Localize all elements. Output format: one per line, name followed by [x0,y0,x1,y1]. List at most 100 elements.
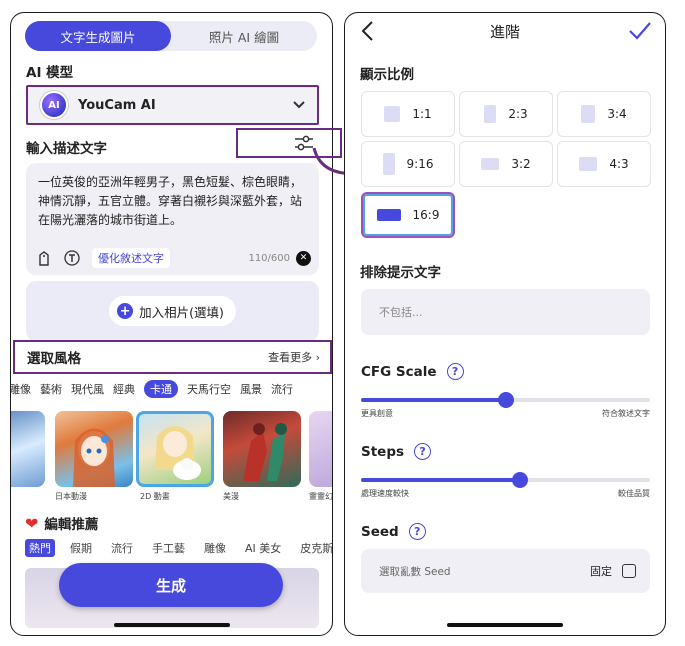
heart-icon: ❤ [25,513,39,533]
see-more-link[interactable]: 查看更多 › [268,349,320,365]
ratio-label: 顯示比例 [360,67,414,83]
ratio-shape-icon [484,105,497,123]
style-title: 選取風格 [27,351,81,367]
rec-tab-holiday[interactable]: 假期 [66,539,96,557]
add-photo-area: + 加入相片(選填) [26,281,319,341]
ratio-option-2-3[interactable]: 2:3 [459,91,553,137]
recommend-tabs: 熱門 假期 流行 手工藝 雕像 AI 美女 皮克斯 [25,539,332,557]
home-indicator [447,623,563,627]
rec-tab-pixar[interactable]: 皮克斯 [296,539,332,557]
optimize-prompt-button[interactable]: 優化敘述文字 [92,248,170,268]
style-card-label: 2D 動畫 [140,492,170,501]
style-card-american-comic[interactable] [223,411,301,487]
rec-tab-ai-beauty[interactable]: AI 美女 [241,539,285,557]
ratio-shape-icon [376,209,401,221]
prompt-text: 一位英俊的亞洲年輕男子，黑色短髮、棕色眼睛，神情沉靜，五官立體。穿著白襯衫與深藍… [38,175,303,227]
plus-icon: + [117,303,134,319]
ratio-option-1-1[interactable]: 1:1 [361,91,455,137]
category-modern[interactable]: 現代風 [71,380,104,398]
steps-max-label: 較佳品質 [618,489,650,498]
rec-tab-statue[interactable]: 雕像 [200,539,230,557]
category-landscape[interactable]: 風景 [240,380,262,398]
model-name: YouCam AI [78,97,156,113]
tab-photo-ai-drawing[interactable]: 照片 AI 繪圖 [171,21,317,51]
exclude-label: 排除提示文字 [360,265,441,281]
help-icon[interactable]: ? [446,363,464,380]
category-statue[interactable]: 雕像 [11,380,31,398]
help-icon[interactable]: ? [408,523,426,540]
youcam-logo-icon: AI [40,91,68,119]
prompt-textarea[interactable]: 一位英俊的亞洲年輕男子，黑色短髮、棕色眼睛，神情沉靜，五官立體。穿著白襯衫與深藍… [26,163,319,275]
category-pop[interactable]: 流行 [271,380,293,398]
cfg-min-label: 更具創意 [361,409,393,418]
rec-tab-popular[interactable]: 熱門 [25,539,55,557]
seed-fixed-label: 固定 [590,565,612,578]
ratio-shape-icon [481,158,500,170]
cfg-title: CFG Scale [361,363,437,380]
ratio-shape-icon [581,105,596,123]
home-indicator [113,623,230,627]
category-fantasy[interactable]: 天馬行空 [187,380,231,398]
seed-title: Seed [361,523,399,540]
ratio-option-4-3[interactable]: 4:3 [557,141,651,187]
prompt-label: 輸入描述文字 [26,141,107,157]
cfg-slider-fill [361,398,506,402]
ratio-option-3-4[interactable]: 3:4 [557,91,651,137]
style-card-fantasy[interactable] [309,411,332,487]
ratio-shape-icon [384,106,401,122]
right-screen: 進階 顯示比例 1:1 2:3 3:4 9:16 3:2 4:3 16:9 排除… [344,12,666,636]
clear-icon[interactable]: ✕ [296,250,311,266]
category-classic[interactable]: 經典 [113,380,135,398]
style-card-japanese-anime[interactable] [55,411,133,487]
left-screen: 文字生成圖片 照片 AI 繪圖 AI 模型 AI YouCam AI 輸入描述文… [10,12,333,636]
page-title: 進階 [489,23,520,41]
exclude-prompt-input[interactable]: 不包括... [361,289,650,335]
category-art[interactable]: 藝術 [40,380,62,398]
style-card-label: 日本動漫 [55,492,87,501]
ratio-option-3-2[interactable]: 3:2 [459,141,553,187]
generate-button[interactable]: 生成 [59,563,283,607]
cfg-max-label: 符合敘述文字 [602,409,650,418]
cfg-slider[interactable] [361,392,650,408]
model-label: AI 模型 [26,65,74,81]
model-select[interactable]: AI YouCam AI [26,85,319,125]
rec-tab-trend[interactable]: 流行 [107,539,137,557]
seed-input[interactable]: 選取亂數 Seed 固定 [361,549,650,593]
steps-slider[interactable] [361,472,650,488]
ratio-shape-icon [382,153,395,175]
cfg-scale-control: CFG Scale ? 更具創意 符合敘述文字 [361,363,650,418]
ratio-option-9-16[interactable]: 9:16 [361,141,455,187]
add-photo-label: 加入相片(選填) [139,304,224,320]
tab-text-to-image[interactable]: 文字生成圖片 [25,21,171,51]
seed-fixed-checkbox[interactable] [622,564,636,578]
add-photo-button[interactable]: + 加入相片(選填) [109,296,236,326]
ratio-shape-icon [579,157,598,171]
style-card-partial[interactable] [11,411,45,487]
steps-slider-thumb[interactable] [511,472,528,488]
style-card-label: 美漫 [223,492,239,501]
chevron-right-icon: › [315,351,320,364]
chevron-down-icon [293,97,305,113]
confirm-check-icon[interactable] [627,19,653,43]
style-category-row: 雕像 藝術 現代風 經典 卡通 天馬行空 風景 流行 [11,380,302,398]
style-card-row: 日本動漫 2D 動畫 美漫 靈靈幻 [11,411,333,511]
cfg-slider-thumb[interactable] [497,392,514,408]
steps-title: Steps [361,443,405,460]
text-format-icon[interactable] [64,250,80,266]
style-card-label: 靈靈幻 [309,492,333,501]
char-count: 110/600 [248,252,290,264]
tag-icon[interactable] [36,250,52,266]
steps-control: Steps ? 處理速度較快 較佳品質 [361,443,650,498]
help-icon[interactable]: ? [414,443,432,460]
mode-toggle: 文字生成圖片 照片 AI 繪圖 [25,21,317,51]
ratio-option-16-9[interactable]: 16:9 [361,192,455,238]
style-header: 選取風格 查看更多 › [13,340,332,374]
category-cartoon[interactable]: 卡通 [144,380,178,398]
recommend-title: ❤ 編輯推薦 [25,513,99,534]
steps-slider-fill [361,478,520,482]
style-card-2d-anime[interactable] [136,411,214,487]
rec-tab-craft[interactable]: 手工藝 [148,539,189,557]
steps-min-label: 處理速度較快 [361,489,409,498]
prompt-toolbar: 優化敘述文字 110/600 ✕ [36,248,311,268]
seed-control: Seed ? [361,523,650,540]
